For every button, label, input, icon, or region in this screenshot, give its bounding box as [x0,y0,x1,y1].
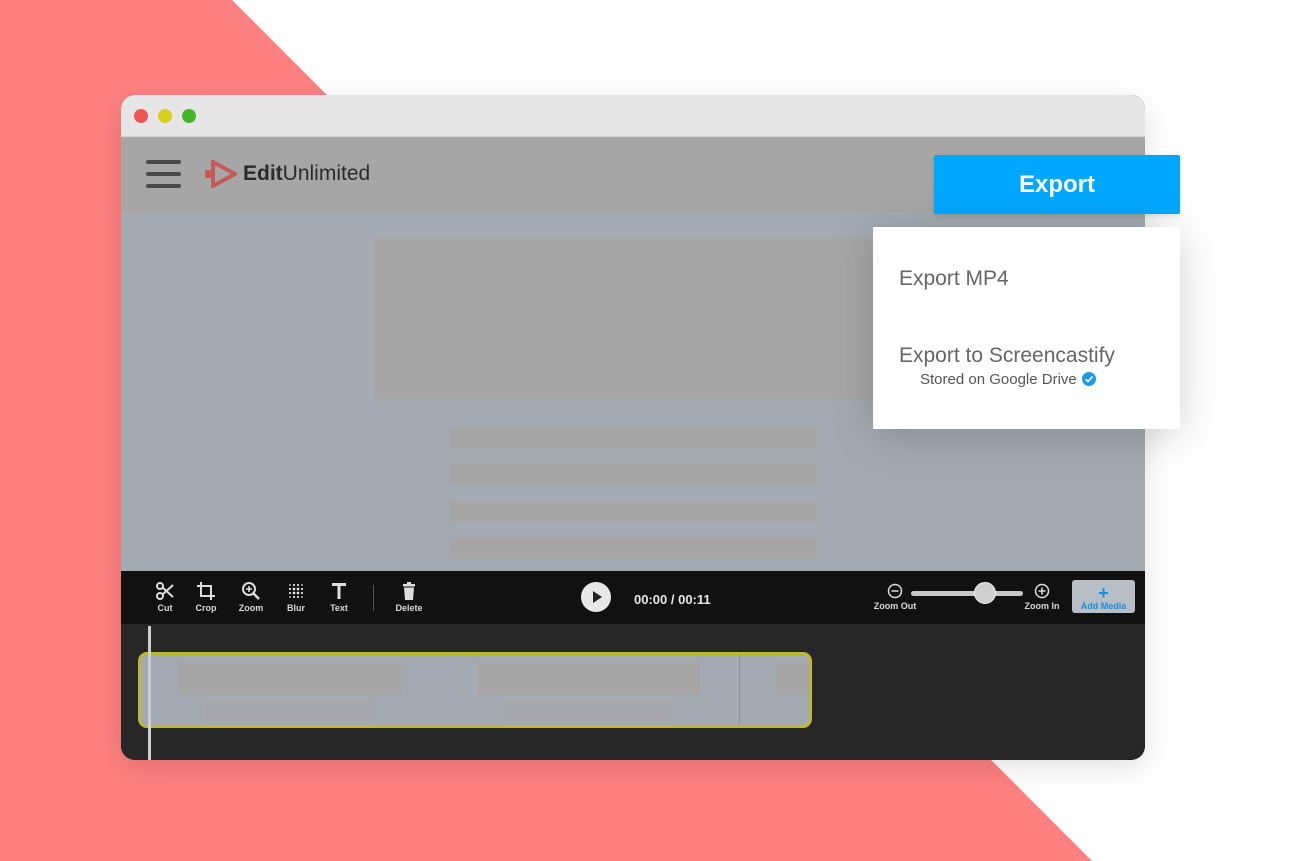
plus-icon: + [1098,583,1109,603]
preview-text-line [450,538,816,559]
crop-tool[interactable]: Crop [184,581,228,613]
preview-text-line [450,427,816,448]
clip-thumb-line [206,701,372,705]
clip-thumb-line [505,701,671,705]
clip-thumb-block [178,661,401,695]
clip-thumb-line [206,709,372,713]
clip-thumb-block [776,661,809,695]
play-button[interactable] [581,582,611,612]
text-label: Text [330,603,348,613]
toolbar-divider [373,585,374,611]
play-arrow-logo-icon [205,160,237,188]
zoom-out-label: Zoom Out [873,601,917,611]
delete-tool[interactable]: Delete [387,581,431,613]
playhead[interactable] [148,626,151,760]
maximize-window-button[interactable] [182,109,196,123]
scissors-icon [156,582,174,600]
add-media-button[interactable]: + Add Media [1072,580,1135,613]
clip-thumb-line [505,709,671,713]
cut-label: Cut [157,603,173,613]
zoom-in-icon [1034,583,1050,599]
trash-icon [403,582,415,600]
zoom-label: Zoom [238,603,264,613]
text-icon [332,583,346,599]
preview-text-line [450,464,816,485]
minimize-window-button[interactable] [158,109,172,123]
clip-frame-divider [739,655,740,725]
preview-text-line [450,501,816,522]
zoom-slider-thumb[interactable] [973,582,996,604]
window-titlebar [121,95,1145,137]
zoom-slider-track[interactable] [911,591,1023,596]
logo-regular-text: Unlimited [282,162,371,185]
blur-label: Blur [287,603,305,613]
play-icon [593,591,602,603]
zoom-out-button[interactable]: Zoom Out [865,583,925,611]
editor-toolbar: Cut Crop Zoom Blur Text Delete 00:00 / 0… [121,571,1145,624]
logo-bold-text: Edit [243,162,283,185]
export-button[interactable]: Export [934,155,1180,214]
crop-label: Crop [195,603,217,613]
export-dropdown-menu: Export MP4 Export to Screencastify Store… [873,227,1180,429]
blur-icon [288,583,304,599]
timeline [121,624,1145,760]
hamburger-icon[interactable] [146,160,182,188]
export-mp4-option[interactable]: Export MP4 [899,267,1009,291]
crop-icon [197,582,215,600]
zoom-tool[interactable]: Zoom [229,581,273,613]
zoom-in-label: Zoom In [1024,601,1060,611]
zoom-out-icon [887,583,903,599]
blur-tool[interactable]: Blur [274,581,318,613]
zoom-icon [242,582,260,600]
delete-label: Delete [395,603,423,613]
preview-image-placeholder [373,238,873,399]
zoom-in-button[interactable]: Zoom In [1012,583,1072,611]
screencastify-subtitle: Stored on Google Drive [920,371,1097,388]
export-screencastify-option[interactable]: Export to Screencastify [899,344,1115,368]
clip-thumb-block [477,661,700,695]
cut-tool[interactable]: Cut [143,581,187,613]
clip-thumb-line [206,717,372,721]
app-logo: EditUnlimited [243,161,370,187]
text-tool[interactable]: Text [317,581,361,613]
screencastify-subtitle-text: Stored on Google Drive [920,371,1077,388]
add-media-label: Add Media [1080,601,1127,611]
timecode: 00:00 / 00:11 [634,592,711,607]
close-window-button[interactable] [134,109,148,123]
timeline-clip[interactable] [138,652,812,728]
clip-thumb-line [505,717,671,721]
verified-badge-icon [1081,372,1096,386]
